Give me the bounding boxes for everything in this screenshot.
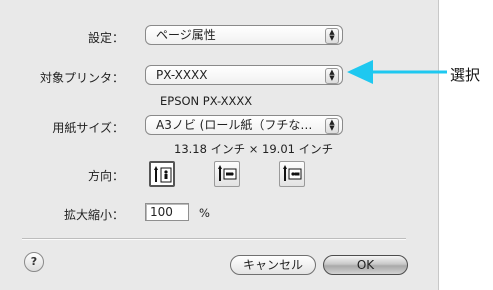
settings-value: ページ属性	[156, 28, 216, 42]
callout-arrow-shaft	[371, 70, 447, 74]
paper-size-label: 用紙サイズ：	[52, 121, 124, 135]
printer-value: PX-XXXX	[156, 68, 208, 82]
scale-input[interactable]: 100	[145, 203, 189, 221]
scale-unit: %	[199, 206, 210, 220]
paper-size-value: A3ノビ (ロール紙（フチな…	[156, 118, 313, 132]
orientation-landscape-reverse-button[interactable]	[279, 161, 305, 187]
settings-popup[interactable]: ページ属性 ▲ ▼	[145, 25, 343, 45]
callout-arrowhead	[347, 60, 373, 84]
help-button[interactable]: ?	[24, 252, 44, 272]
landscape-person-icon	[218, 165, 237, 181]
callout-label: 選択	[450, 66, 481, 84]
orientation-label: 方向：	[87, 169, 124, 183]
printer-description: EPSON PX-XXXX	[160, 94, 253, 108]
popup-arrows-icon: ▲ ▼	[325, 68, 339, 84]
ok-button[interactable]: OK	[323, 255, 408, 275]
paper-dimensions: 13.18 インチ × 19.01 インチ	[174, 142, 334, 156]
popup-arrows-icon: ▲ ▼	[325, 118, 339, 134]
popup-arrows-icon: ▲ ▼	[325, 28, 339, 44]
paper-size-popup[interactable]: A3ノビ (ロール紙（フチな… ▲ ▼	[145, 115, 343, 135]
printer-popup[interactable]: PX-XXXX ▲ ▼	[145, 65, 343, 85]
settings-label: 設定：	[87, 31, 124, 45]
callout-arrow-icon	[347, 60, 447, 84]
printer-label: 対象プリンタ：	[39, 71, 124, 85]
landscape-reverse-person-icon	[283, 165, 302, 181]
cancel-button[interactable]: キャンセル	[230, 255, 316, 275]
portrait-person-icon	[154, 166, 172, 183]
orientation-landscape-button[interactable]	[214, 161, 240, 187]
orientation-portrait-button[interactable]	[149, 161, 175, 187]
scale-label: 拡大縮小：	[63, 208, 124, 222]
page-setup-dialog: 設定： ページ属性 ▲ ▼ 対象プリンタ： PX-XXXX ▲ ▼ EPSON PX…	[0, 0, 439, 290]
divider	[22, 238, 406, 240]
